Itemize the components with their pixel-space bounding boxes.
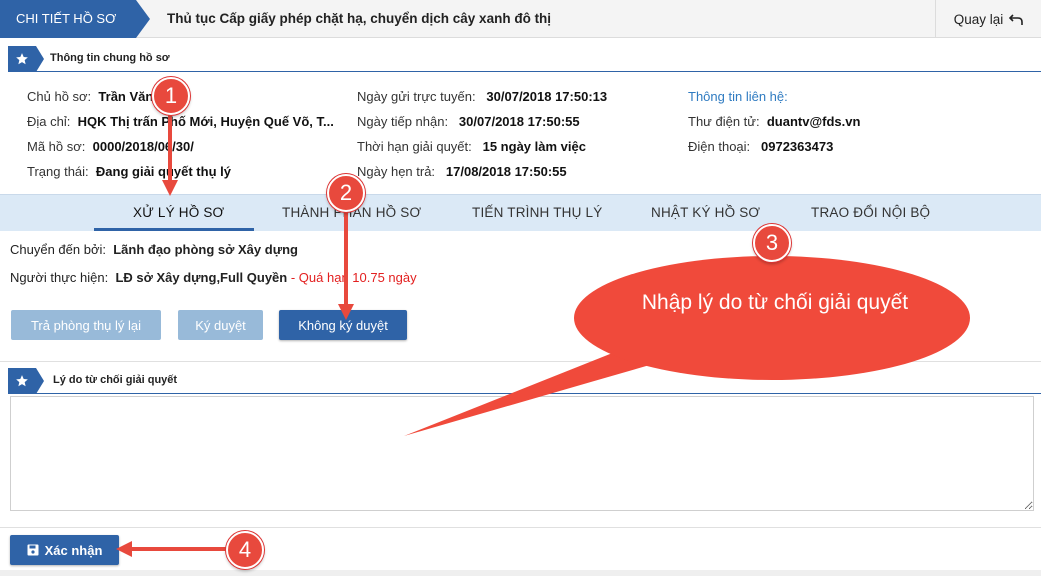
section-divider xyxy=(8,71,1041,72)
footer-bar xyxy=(0,570,1041,576)
file-code-label: Mã hồ sơ: xyxy=(27,139,86,154)
forwarded-by-label: Chuyển đến bởi: xyxy=(10,242,106,257)
general-info-title: Thông tin chung hồ sơ xyxy=(50,52,170,64)
email-label: Thư điện tử: xyxy=(688,114,760,129)
phone-row: Điện thoại: 0972363473 xyxy=(688,139,833,154)
email-row: Thư điện tử: duantv@fds.vn xyxy=(688,114,860,129)
tab-internal[interactable]: TRAO ĐỔI NỘI BỘ xyxy=(811,205,930,220)
executor-value: LĐ sở Xây dựng,Full Quyền xyxy=(115,270,288,285)
save-icon xyxy=(27,544,39,556)
divider xyxy=(0,361,1041,362)
phone-value: 0972363473 xyxy=(761,139,834,154)
undo-icon xyxy=(1009,13,1024,25)
file-code-value: 0000/2018/06/30/ xyxy=(92,139,194,154)
section-divider xyxy=(8,393,1041,394)
tab-log[interactable]: NHẬT KÝ HỒ SƠ xyxy=(651,205,760,220)
contact-heading: Thông tin liên hệ: xyxy=(688,89,788,104)
status-row: Trạng thái: Đang giải quyết thụ lý xyxy=(27,164,231,179)
star-icon-box xyxy=(8,46,44,72)
return-date-value: 17/08/2018 17:50:55 xyxy=(445,164,567,179)
confirm-button[interactable]: Xác nhận xyxy=(10,535,119,565)
callout-text: Nhập lý do từ chối giải quyết xyxy=(641,291,909,314)
top-bar: CHI TIẾT HỒ SƠ Thủ tục Cấp giấy phép chặ… xyxy=(0,0,1041,38)
status-label: Trạng thái: xyxy=(27,164,89,179)
tab-progress[interactable]: TIẾN TRÌNH THỤ LÝ xyxy=(472,205,602,220)
reason-title: Lý do từ chối giải quyết xyxy=(53,374,178,386)
online-date-label: Ngày gửi trực tuyến: xyxy=(357,89,476,104)
tab-bar: XỬ LÝ HỒ SƠ THÀNH PHẦN HỒ SƠ TIẾN TRÌNH … xyxy=(0,194,1041,231)
deadline-row: Thời hạn giải quyết: 15 ngày làm việc xyxy=(357,139,586,154)
back-label: Quay lại xyxy=(953,11,1004,27)
divider xyxy=(0,527,1041,528)
received-date-value: 30/07/2018 17:50:55 xyxy=(458,114,580,129)
deadline-label: Thời hạn giải quyết: xyxy=(357,139,472,154)
address-value: HQK Thị trấn Phố Mới, Huyện Quế Võ, T... xyxy=(77,114,334,129)
confirm-label: Xác nhận xyxy=(44,542,103,558)
general-info-header: Thông tin chung hồ sơ xyxy=(0,46,1041,72)
star-icon-box xyxy=(8,368,44,394)
executor-label: Người thực hiện: xyxy=(10,270,109,285)
star-icon xyxy=(16,53,28,65)
step-badge-1: 1 xyxy=(152,77,190,115)
online-date-value: 30/07/2018 17:50:13 xyxy=(486,89,608,104)
reject-button[interactable]: Không ký duyệt xyxy=(279,310,407,340)
received-date-row: Ngày tiếp nhận: 30/07/2018 17:50:55 xyxy=(357,114,580,129)
return-button[interactable]: Trả phòng thụ lý lại xyxy=(11,310,161,340)
forwarded-by-row: Chuyển đến bởi: Lãnh đạo phòng sở Xây dự… xyxy=(10,242,298,257)
executor-row: Người thực hiện: LĐ sở Xây dựng,Full Quy… xyxy=(10,270,417,285)
step-badge-4: 4 xyxy=(226,531,264,569)
deadline-value: 15 ngày làm việc xyxy=(482,139,586,154)
status-value: Đang giải quyết thụ lý xyxy=(95,164,231,179)
address-label: Địa chỉ: xyxy=(27,114,71,129)
reason-textarea[interactable] xyxy=(10,396,1034,511)
return-date-label: Ngày hẹn trả: xyxy=(357,164,436,179)
breadcrumb[interactable]: CHI TIẾT HỒ SƠ xyxy=(0,0,150,38)
phone-label: Điện thoại: xyxy=(688,139,751,154)
page-title: Thủ tục Cấp giấy phép chặt hạ, chuyển dị… xyxy=(167,11,552,26)
breadcrumb-label: CHI TIẾT HỒ SƠ xyxy=(16,11,117,26)
address-row: Địa chỉ: HQK Thị trấn Phố Mới, Huyện Quế… xyxy=(27,114,334,129)
step-badge-2: 2 xyxy=(327,174,365,212)
owner-label: Chủ hồ sơ: xyxy=(27,89,92,104)
star-icon xyxy=(16,375,28,387)
step-badge-3: 3 xyxy=(753,224,791,262)
reason-header: Lý do từ chối giải quyết xyxy=(0,368,1041,394)
return-date-row: Ngày hẹn trả: 17/08/2018 17:50:55 xyxy=(357,164,567,179)
tab-process[interactable]: XỬ LÝ HỒ SƠ xyxy=(133,205,224,220)
received-date-label: Ngày tiếp nhận: xyxy=(357,114,449,129)
approve-button[interactable]: Ký duyệt xyxy=(178,310,263,340)
active-tab-indicator xyxy=(94,228,254,231)
email-value: duantv@fds.vn xyxy=(766,114,861,129)
file-code-row: Mã hồ sơ: 0000/2018/06/30/ xyxy=(27,139,194,154)
forwarded-by-value: Lãnh đạo phòng sở Xây dựng xyxy=(113,242,298,257)
back-button[interactable]: Quay lại xyxy=(935,0,1041,38)
overdue-text: - Quá hạn 10.75 ngày xyxy=(290,270,417,285)
online-date-row: Ngày gửi trực tuyến: 30/07/2018 17:50:13 xyxy=(357,89,607,104)
